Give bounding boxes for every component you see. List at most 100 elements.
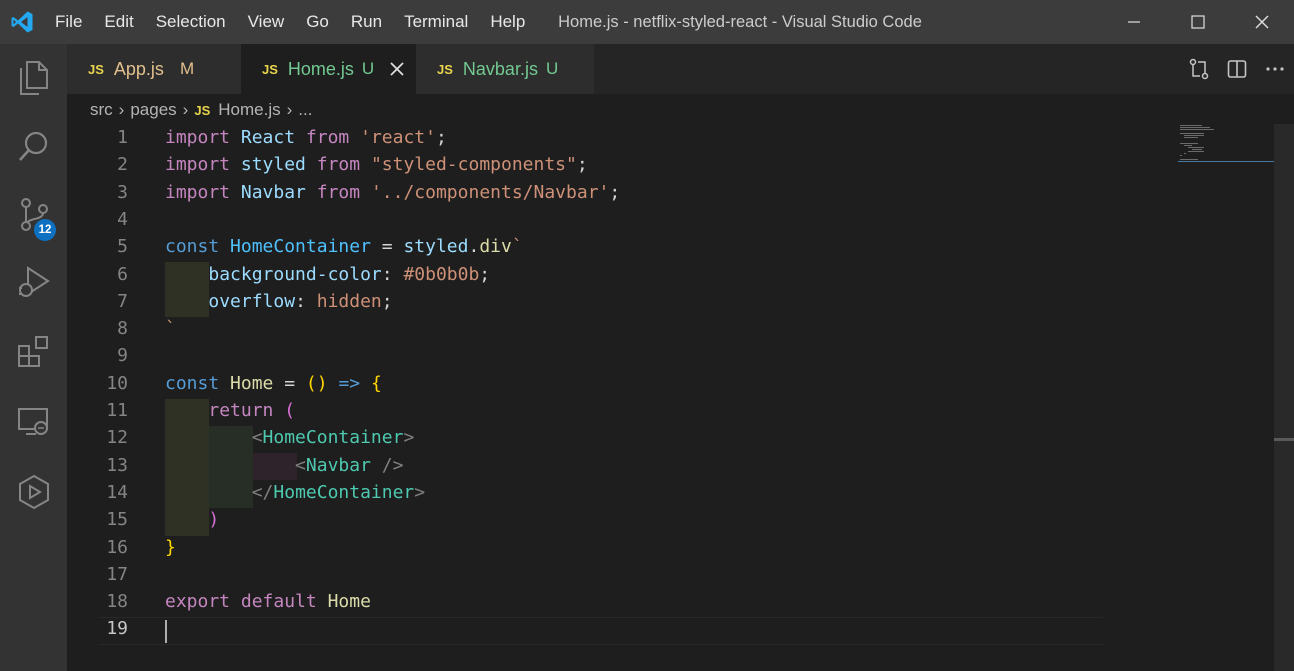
window-title: Home.js - netflix-styled-react - Visual … — [558, 13, 922, 31]
line-number: 12 — [106, 427, 128, 449]
line-number: 8 — [117, 318, 128, 340]
line-number: 14 — [106, 481, 128, 503]
chevron-right-icon: › — [286, 100, 293, 119]
code-line: 15 ) — [67, 506, 1172, 533]
code-text: overflow: hidden; — [208, 290, 393, 312]
menu-selection[interactable]: Selection — [145, 0, 237, 44]
code-line: 13 <Navbar /> — [67, 452, 1172, 479]
search-icon[interactable] — [0, 114, 67, 178]
modified-flag: M — [179, 59, 195, 78]
breadcrumb: src › pages › JS Home.js › ... — [90, 96, 312, 124]
line-number: 10 — [106, 372, 128, 394]
code-line: 17 — [67, 561, 1172, 588]
code-text: import Navbar from '../components/Navbar… — [165, 181, 621, 203]
menu-terminal[interactable]: Terminal — [393, 0, 479, 44]
code-line: 12 <HomeContainer> — [67, 424, 1172, 451]
line-number: 9 — [117, 345, 128, 367]
code-line: 1 import React from 'react'; — [67, 124, 1172, 151]
vscode-logo-icon — [0, 0, 44, 44]
code-line: 18 export default Home — [67, 588, 1172, 615]
tab-label: App.js — [113, 58, 164, 79]
menu-go[interactable]: Go — [295, 0, 340, 44]
menu-run[interactable]: Run — [340, 0, 393, 44]
line-number: 15 — [106, 509, 128, 531]
open-changes-button[interactable] — [1180, 44, 1218, 94]
line-number: 11 — [106, 400, 128, 421]
js-file-icon: JS — [262, 61, 278, 77]
code-editor[interactable]: 1 import React from 'react'; 2 import styl… — [67, 124, 1294, 671]
code-line: 14 </HomeContainer> — [67, 479, 1172, 506]
menu-view[interactable]: View — [237, 0, 296, 44]
minimize-button[interactable] — [1102, 0, 1166, 44]
line-number: 3 — [117, 181, 128, 203]
breadcrumb-file[interactable]: Home.js — [218, 100, 280, 120]
code-text: import styled from "styled-components"; — [165, 154, 588, 176]
tab-app-js[interactable]: JS App.js M — [67, 44, 241, 94]
code-text: background-color: #0b0b0b; — [208, 263, 491, 285]
code-text: const Home = () => { — [165, 372, 382, 394]
code-line: 10 const Home = () => { — [67, 370, 1172, 397]
vertical-scrollbar[interactable] — [1274, 124, 1294, 671]
scrollbar-thumb[interactable] — [1274, 438, 1294, 441]
close-icon — [390, 62, 404, 76]
title-bar: File Edit Selection View Go Run Terminal… — [0, 0, 1294, 44]
activity-bar: 12 — [0, 44, 67, 671]
line-number: 4 — [117, 208, 128, 230]
chevron-right-icon: › — [118, 100, 125, 119]
editor-actions — [1180, 44, 1294, 94]
code-line: 5 const HomeContainer = styled.div` — [67, 233, 1172, 260]
maximize-icon — [1191, 15, 1205, 29]
maximize-button[interactable] — [1166, 0, 1230, 44]
files-icon[interactable] — [0, 46, 67, 110]
code-text: </HomeContainer> — [251, 481, 426, 503]
line-number: 17 — [106, 563, 128, 585]
text-cursor — [165, 620, 167, 643]
code-line: 6 background-color: #0b0b0b; — [67, 261, 1172, 288]
source-control-icon[interactable] — [0, 182, 67, 246]
tab-label: Home.js — [287, 58, 354, 79]
more-actions-button[interactable] — [1256, 44, 1294, 94]
minimap[interactable] — [1178, 124, 1274, 164]
code-line: 11 return ( — [67, 397, 1172, 424]
code-line: 4 — [67, 206, 1172, 233]
code-text: return ( — [208, 400, 296, 421]
minimize-icon — [1128, 21, 1140, 23]
tab-home-js[interactable]: JS Home.js U — [241, 44, 416, 94]
remote-explorer-icon[interactable] — [0, 390, 67, 454]
extensions-icon[interactable] — [0, 320, 67, 384]
menu-file[interactable]: File — [44, 0, 93, 44]
untracked-flag: U — [361, 59, 375, 78]
code-text: const HomeContainer = styled.div` — [165, 236, 523, 258]
breadcrumb-src[interactable]: src — [90, 100, 113, 120]
code-line: 16} — [67, 534, 1172, 561]
code-text: <Navbar /> — [295, 454, 404, 476]
line-number: 2 — [117, 154, 128, 176]
line-number: 13 — [106, 454, 128, 476]
line-number: 16 — [106, 536, 128, 558]
js-file-icon: JS — [437, 61, 453, 77]
ellipsis-icon — [1266, 67, 1284, 71]
code-text: ) — [208, 509, 220, 531]
close-tab-button[interactable] — [388, 60, 406, 78]
breadcrumb-symbol[interactable]: ... — [298, 100, 312, 120]
menu-help[interactable]: Help — [479, 0, 536, 44]
split-editor-icon — [1227, 60, 1247, 78]
breadcrumb-pages[interactable]: pages — [130, 100, 176, 120]
js-file-icon: JS — [88, 61, 104, 77]
code-text: <HomeContainer> — [251, 427, 415, 449]
deploy-icon[interactable] — [0, 460, 67, 524]
tab-navbar-js[interactable]: JS Navbar.js U — [416, 44, 594, 94]
line-number: 18 — [106, 591, 128, 613]
code-text: ` — [165, 318, 176, 340]
run-debug-icon[interactable] — [0, 250, 67, 314]
code-text: export default Home — [165, 591, 371, 613]
untracked-flag: U — [545, 59, 559, 78]
close-window-button[interactable] — [1230, 0, 1294, 44]
menu-edit[interactable]: Edit — [93, 0, 144, 44]
tab-bar: JS App.js M JS Home.js U JS Navbar.js U — [67, 44, 1294, 94]
code-line: 2 import styled from "styled-components"; — [67, 151, 1172, 178]
line-number: 7 — [117, 290, 128, 312]
current-line-highlight — [98, 617, 1103, 645]
tab-label: Navbar.js — [462, 58, 538, 79]
split-editor-button[interactable] — [1218, 44, 1256, 94]
